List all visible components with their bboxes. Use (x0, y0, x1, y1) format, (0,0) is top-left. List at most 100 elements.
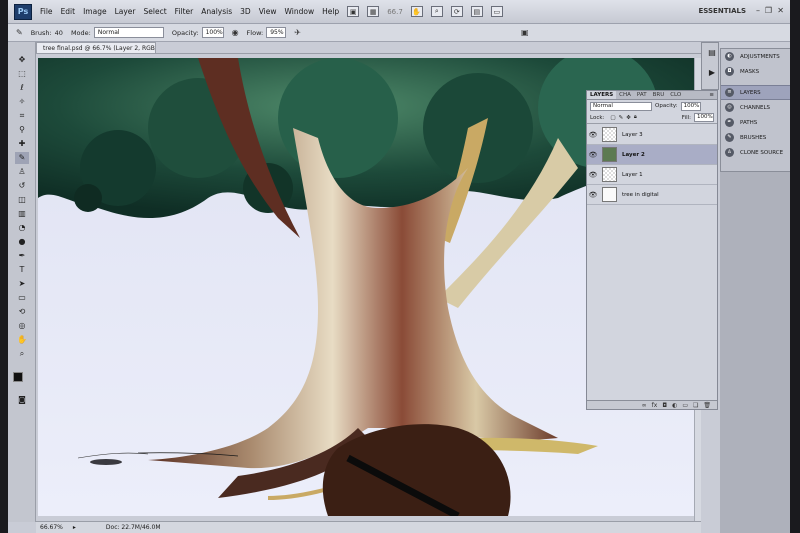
hand-tool-icon[interactable]: ✋ (15, 334, 29, 346)
pressure-opacity-icon[interactable]: ◉ (232, 28, 239, 37)
clone-stamp-tool-icon[interactable]: ♙ (15, 166, 29, 178)
menu-select[interactable]: Select (144, 7, 167, 16)
options-bar: ✎ Brush: 40 Mode: Normal Opacity: 100% ◉… (8, 24, 790, 42)
layer-row-layer-3[interactable]: 👁︎ Layer 3 (587, 125, 717, 145)
visibility-eye-icon[interactable]: 👁︎ (587, 131, 599, 139)
gradient-tool-icon[interactable]: ▥ (15, 208, 29, 220)
layer-name[interactable]: Layer 3 (622, 132, 643, 138)
menu-edit[interactable]: Edit (61, 7, 76, 16)
dock-item-clone-source[interactable]: ♙ CLONE SOURCE (721, 145, 790, 160)
visibility-eye-icon[interactable]: 👁︎ (587, 151, 599, 159)
tab-layers[interactable]: LAYERS (587, 91, 617, 99)
dodge-tool-icon[interactable]: ● (15, 236, 29, 248)
history-brush-tool-icon[interactable]: ↺ (15, 180, 29, 192)
flow-field[interactable]: 95% (266, 27, 287, 38)
layer-name[interactable]: tree in digital (622, 192, 659, 198)
close-icon[interactable]: ✕ (777, 6, 784, 15)
layer-row-layer-2[interactable]: 👁︎ Layer 2 (587, 145, 717, 165)
tab-brushes[interactable]: BRU (650, 91, 668, 99)
lasso-tool-icon[interactable]: ℓ (15, 82, 29, 94)
tab-channels[interactable]: CHA (616, 91, 634, 99)
tab-paths[interactable]: PAT (634, 91, 650, 99)
lock-transparency-icon[interactable]: ▢ (610, 115, 615, 121)
lock-pixels-icon[interactable]: ✎ (619, 115, 624, 121)
opacity-field[interactable]: 100% (201, 27, 224, 38)
view-extras-icon[interactable]: ▦ (367, 6, 380, 17)
trash-icon[interactable]: 🗑︎ (703, 402, 711, 409)
folder-icon[interactable]: ▭ (682, 402, 688, 409)
brush-tool-icon[interactable]: ✎ (15, 152, 29, 164)
marquee-tool-icon[interactable]: ⬚ (15, 68, 29, 80)
menu-3d[interactable]: 3D (240, 7, 251, 16)
3d-rotate-tool-icon[interactable]: ⟲ (15, 306, 29, 318)
brush-preset-icon[interactable]: ✎ (16, 28, 23, 37)
foreground-color-swatch[interactable] (13, 372, 23, 382)
lock-position-icon[interactable]: ✥ (626, 115, 631, 121)
eyedropper-tool-icon[interactable]: ⚲ (15, 124, 29, 136)
layer-name[interactable]: Layer 1 (622, 172, 643, 178)
crop-tool-icon[interactable]: ⌗ (15, 110, 29, 122)
new-layer-icon[interactable]: ❏ (693, 402, 698, 409)
screen-mode-icon[interactable]: ▭ (490, 6, 503, 17)
menu-view[interactable]: View (259, 7, 277, 16)
path-select-tool-icon[interactable]: ➤ (15, 278, 29, 290)
mode-select[interactable]: Normal (93, 27, 164, 38)
status-info-icon[interactable]: ▸ (73, 524, 76, 531)
menu-file[interactable]: File (40, 7, 53, 16)
menu-window[interactable]: Window (285, 7, 315, 16)
fx-icon[interactable]: fx (652, 402, 658, 409)
menu-help[interactable]: Help (322, 7, 339, 16)
pen-tool-icon[interactable]: ✒ (15, 250, 29, 262)
dock-item-layers[interactable]: ≡ LAYERS (721, 85, 790, 100)
link-icon[interactable]: ∞ (642, 402, 647, 409)
minimize-icon[interactable]: – (756, 6, 760, 15)
layer-row-layer-1[interactable]: 👁︎ Layer 1 (587, 165, 717, 185)
dock-item-paths[interactable]: ✒ PATHS (721, 115, 790, 130)
rotate-view-icon[interactable]: ⟳ (450, 6, 463, 17)
shape-tool-icon[interactable]: ▭ (15, 292, 29, 304)
adjustment-icon[interactable]: ◐ (672, 402, 677, 409)
layer-fill-field[interactable]: 100% (694, 113, 714, 122)
airbrush-icon[interactable]: ✈ (294, 28, 301, 37)
dock-item-adjustments[interactable]: ◐ ADJUSTMENTS (721, 49, 790, 64)
dock-item-brushes[interactable]: ✎ BRUSHES (721, 130, 790, 145)
quick-select-tool-icon[interactable]: ✧ (15, 96, 29, 108)
move-tool-icon[interactable]: ✥ (15, 54, 29, 66)
brush-panel-icon[interactable]: ▣ (521, 28, 529, 37)
arrange-documents-icon[interactable]: ▤ (470, 6, 483, 17)
visibility-eye-icon[interactable]: 👁︎ (587, 171, 599, 179)
restore-icon[interactable]: ❐ (765, 6, 772, 15)
menu-image[interactable]: Image (83, 7, 107, 16)
quick-mask-icon[interactable]: ◙ (15, 394, 29, 406)
menu-analysis[interactable]: Analysis (201, 7, 232, 16)
zoom-tool-icon[interactable]: ⌕ (15, 348, 29, 360)
eraser-tool-icon[interactable]: ◫ (15, 194, 29, 206)
healing-tool-icon[interactable]: ✚ (15, 138, 29, 150)
tab-clone-source[interactable]: CLO (667, 91, 684, 99)
layer-name[interactable]: Layer 2 (622, 152, 645, 158)
zoom-tool-icon[interactable]: ⌕ (430, 6, 443, 17)
workspace-switcher[interactable]: ESSENTIALS (699, 7, 747, 15)
layer-opacity-field[interactable]: 100% (680, 101, 701, 111)
blend-mode-select[interactable]: Normal (590, 101, 652, 111)
bridge-icon[interactable]: ▣ (347, 6, 360, 17)
dock-item-channels[interactable]: ◎ CHANNELS (721, 100, 790, 115)
3d-orbit-tool-icon[interactable]: ◎ (15, 320, 29, 332)
blur-tool-icon[interactable]: ◔ (15, 222, 29, 234)
dock-item-masks[interactable]: ◘ MASKS (721, 64, 790, 79)
panel-menu-icon[interactable]: ≡ (706, 91, 717, 99)
menu-layer[interactable]: Layer (115, 7, 136, 16)
lock-all-icon[interactable]: 🔒︎ (634, 114, 637, 121)
mask-icon[interactable]: ◘ (662, 402, 667, 409)
brush-size-value[interactable]: 40 (55, 29, 63, 37)
hand-tool-icon[interactable]: ✋ (410, 6, 423, 17)
history-panel-icon[interactable]: ▤ (705, 47, 719, 59)
status-zoom-value[interactable]: 66.67% (40, 524, 63, 531)
type-tool-icon[interactable]: T (15, 264, 29, 276)
zoom-level-readout[interactable]: 66.7 (387, 8, 403, 16)
blend-opacity-row: Normal Opacity: 100% (587, 100, 717, 112)
layer-row-tree-in-digital[interactable]: 👁︎ tree in digital (587, 185, 717, 205)
visibility-eye-icon[interactable]: 👁︎ (587, 191, 599, 199)
menu-filter[interactable]: Filter (175, 7, 194, 16)
actions-panel-icon[interactable]: ▶ (705, 67, 719, 79)
